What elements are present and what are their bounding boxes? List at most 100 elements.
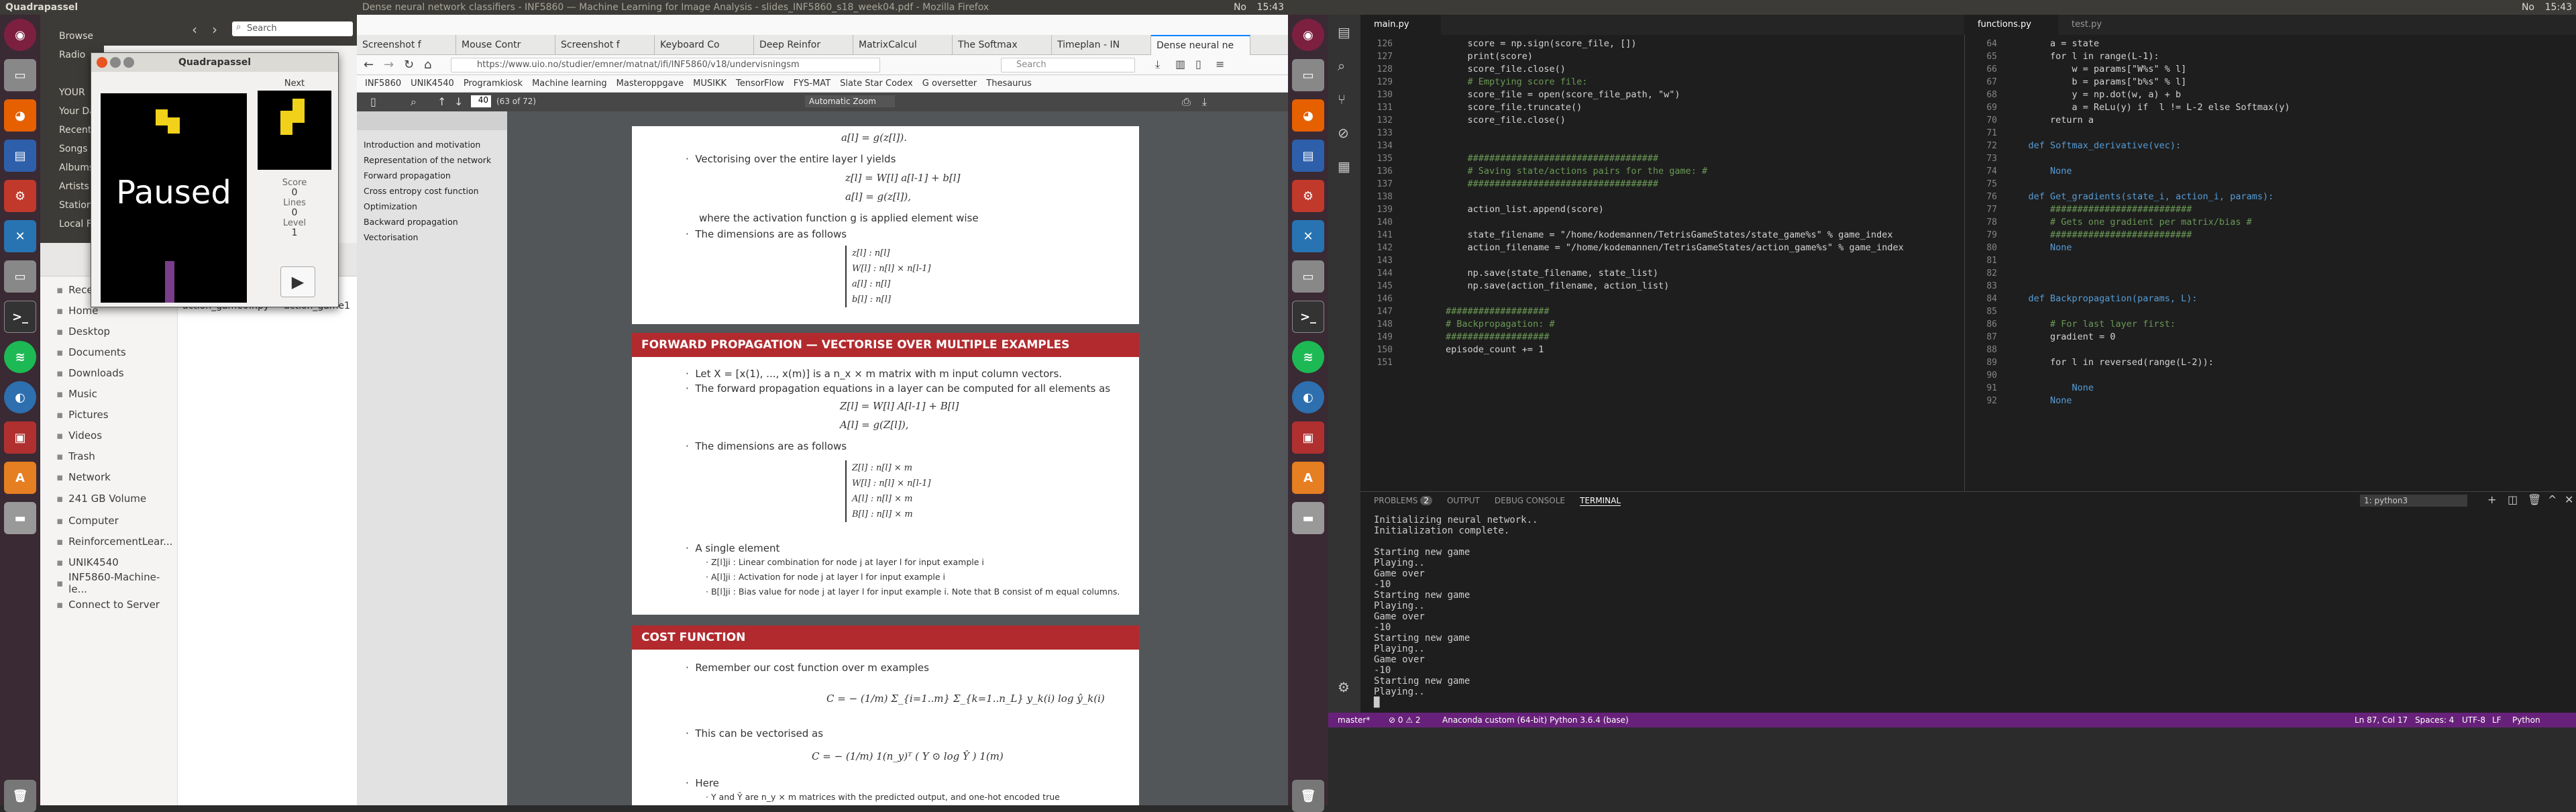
outline-item[interactable]: Optimization: [364, 199, 507, 214]
files-sidebar-item[interactable]: ▪INF5860-Machine-le...: [40, 572, 177, 593]
terminal-select[interactable]: 1: python3: [2360, 495, 2467, 507]
tab-output[interactable]: OUTPUT: [1447, 496, 1480, 506]
search-input[interactable]: Search: [232, 21, 353, 36]
bookmark-item[interactable]: TensorFlow: [736, 79, 784, 89]
zoom-select[interactable]: Automatic Zoom: [805, 95, 895, 107]
trash-icon[interactable]: 🗑: [1292, 780, 1324, 812]
outline-item[interactable]: Vectorisation: [364, 230, 507, 245]
bookmark-item[interactable]: Masteroppgave: [616, 79, 684, 89]
files2-icon[interactable]: ▭: [1292, 260, 1324, 293]
vscode-icon[interactable]: ✕: [4, 220, 36, 252]
settings-gear-icon[interactable]: ⚙: [1338, 679, 1350, 695]
vscode-icon[interactable]: ✕: [1292, 220, 1324, 252]
writer-icon[interactable]: ▤: [4, 140, 36, 172]
split-terminal-icon[interactable]: ◫: [2508, 493, 2518, 506]
files-sidebar-item[interactable]: ▪Network: [40, 466, 177, 487]
browser-tab[interactable]: The Softmax: [953, 35, 1052, 55]
trash-icon[interactable]: 🗑: [4, 780, 36, 812]
sidebar-toggle-icon[interactable]: ▯: [370, 95, 376, 108]
problems-indicator[interactable]: ⊘ 0 ⚠ 2: [1389, 715, 1421, 725]
files-sidebar-item[interactable]: ▪ReinforcementLear...: [40, 531, 177, 552]
sidebar-icon[interactable]: ▯: [1195, 58, 1201, 70]
files-sidebar-item[interactable]: ▪Connect to Server: [40, 593, 177, 616]
cursor-position[interactable]: Ln 87, Col 17: [2355, 715, 2408, 725]
files-icon[interactable]: ▭: [1292, 59, 1324, 91]
close-panel-icon[interactable]: ✕: [2565, 493, 2573, 506]
bookmark-item[interactable]: Thesaurus: [986, 79, 1032, 89]
url-bar[interactable]: https://www.uio.no/studier/emner/matnat/…: [451, 58, 880, 72]
add-terminal-icon[interactable]: +: [2487, 493, 2496, 506]
browser-tab[interactable]: Deep Reinfor: [754, 35, 853, 55]
files-sidebar-item[interactable]: ▪Desktop: [40, 321, 177, 342]
bookmark-item[interactable]: Slate Star Codex: [840, 79, 913, 89]
amazon-icon[interactable]: A: [1292, 462, 1324, 494]
close-icon[interactable]: [97, 57, 107, 68]
files-sidebar-item[interactable]: ▪UNIK4540: [40, 552, 177, 572]
outline-item[interactable]: Forward propagation: [364, 168, 507, 183]
bookmark-item[interactable]: G oversetter: [922, 79, 977, 89]
editor-left[interactable]: 1261271281291301311321331341351361371381…: [1360, 35, 1964, 491]
files-icon[interactable]: ▭: [4, 59, 36, 91]
python-interpreter[interactable]: Anaconda custom (64-bit) Python 3.6.4 (b…: [1442, 715, 1629, 725]
reload-icon[interactable]: ↻: [404, 58, 414, 72]
back-icon[interactable]: ‹: [192, 21, 197, 38]
files-sidebar-item[interactable]: ▪Trash: [40, 446, 177, 466]
spotify-icon[interactable]: ≋: [1292, 341, 1324, 373]
settings-icon[interactable]: ⚙: [1292, 180, 1324, 212]
browser-tab[interactable]: Timeplan - IN: [1052, 35, 1151, 55]
terminal-icon[interactable]: >_: [4, 301, 36, 333]
forward-icon[interactable]: ›: [212, 21, 217, 38]
search-box[interactable]: Search: [1001, 58, 1135, 72]
drive-icon[interactable]: ▬: [4, 502, 36, 534]
rhythmbox-icon[interactable]: ◐: [1292, 381, 1324, 413]
keyboard-indicator[interactable]: No: [1234, 2, 1246, 13]
bookmark-item[interactable]: Machine learning: [532, 79, 607, 89]
indentation[interactable]: Spaces: 4: [2415, 715, 2454, 725]
play-button[interactable]: ▶: [280, 266, 315, 297]
bookmark-item[interactable]: FYS-MAT: [794, 79, 830, 89]
explorer-icon[interactable]: ▤: [1338, 24, 1350, 40]
source-control-icon[interactable]: ⑂: [1338, 91, 1346, 107]
next-page-icon[interactable]: ↓: [454, 95, 463, 108]
find-icon[interactable]: ⌕: [411, 95, 417, 109]
writer-icon[interactable]: ▤: [1292, 140, 1324, 172]
firefox-icon[interactable]: ◕: [1292, 99, 1324, 132]
kill-terminal-icon[interactable]: 🗑: [2528, 493, 2541, 506]
files-sidebar-item[interactable]: ▪Music: [40, 383, 177, 404]
prev-page-icon[interactable]: ↑: [437, 95, 446, 108]
bookmark-item[interactable]: MUSIKK: [693, 79, 727, 89]
outline-item[interactable]: Cross entropy cost function: [364, 183, 507, 199]
browser-tab[interactable]: MatrixCalcul: [853, 35, 953, 55]
bookmark-item[interactable]: Programkiosk: [464, 79, 523, 89]
terminal-icon[interactable]: >_: [1292, 301, 1324, 333]
print-icon[interactable]: ⎙: [1182, 95, 1191, 109]
files-sidebar-item[interactable]: ▪Pictures: [40, 404, 177, 425]
page-number-input[interactable]: 40: [471, 95, 491, 107]
files2-icon[interactable]: ▭: [4, 260, 36, 293]
files-sidebar-item[interactable]: ▪241 GB Volume: [40, 487, 177, 510]
forward-icon[interactable]: →: [384, 58, 394, 72]
tab-debug-console[interactable]: DEBUG CONSOLE: [1495, 496, 1565, 506]
files-sidebar-item[interactable]: ▪Computer: [40, 510, 177, 531]
keyboard-indicator-right[interactable]: No: [2522, 2, 2534, 13]
drive-icon[interactable]: ▬: [1292, 502, 1324, 534]
outline-item[interactable]: Backward propagation: [364, 214, 507, 230]
ubuntu-icon[interactable]: ◉: [1292, 19, 1324, 51]
extensions-icon[interactable]: ▦: [1338, 158, 1350, 174]
language-mode[interactable]: Python: [2512, 715, 2540, 725]
browser-tab[interactable]: Screenshot f: [555, 35, 655, 55]
editor-right[interactable]: 6465666768697071727374757677787980818283…: [1964, 35, 2576, 491]
maximize-icon[interactable]: [123, 57, 134, 68]
tab-functions-py[interactable]: functions.py: [1964, 15, 2058, 35]
amazon-icon[interactable]: A: [4, 462, 36, 494]
home-icon[interactable]: ⌂: [424, 58, 431, 72]
software-icon[interactable]: ▣: [1292, 421, 1324, 454]
clock-right[interactable]: 15:43: [2545, 2, 2572, 13]
browser-tab[interactable]: Dense neural ne: [1151, 35, 1250, 55]
outline-item[interactable]: Introduction and motivation: [364, 137, 507, 152]
terminal-output[interactable]: Initializing neural network..Initializat…: [1374, 515, 1538, 708]
git-branch[interactable]: master*: [1338, 715, 1370, 725]
firefox-icon[interactable]: ◕: [4, 99, 36, 132]
tab-terminal[interactable]: TERMINAL: [1580, 496, 1621, 506]
files-sidebar-item[interactable]: ▪Downloads: [40, 362, 177, 383]
